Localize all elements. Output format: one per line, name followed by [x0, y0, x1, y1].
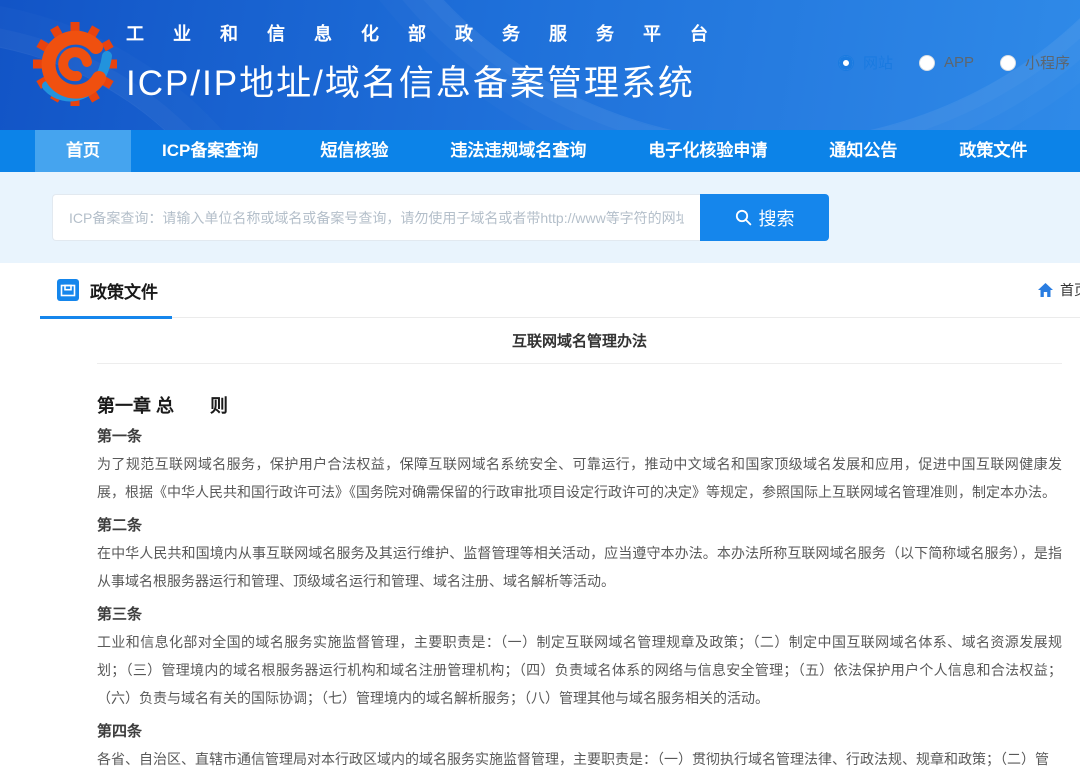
radio-unselected-icon — [919, 55, 935, 71]
section-header: 政策文件 首页 > 政策文件 — [40, 263, 1080, 318]
article-heading: 第一条 — [97, 429, 1062, 445]
breadcrumb: 首页 > 政策文件 — [1038, 280, 1080, 300]
article-body: 各省、自治区、直辖市通信管理局对本行政区域内的域名服务实施监督管理，主要职责是：… — [97, 745, 1062, 773]
article-3: 第三条 工业和信息化部对全国的域名服务实施监督管理，主要职责是：（一）制定互联网… — [97, 607, 1062, 712]
radio-website[interactable]: 网站 — [838, 52, 893, 73]
radio-mini-program[interactable]: 小程序 — [1000, 52, 1070, 73]
miit-logo-icon — [33, 11, 117, 117]
home-icon — [1038, 283, 1053, 297]
article-body: 为了规范互联网域名服务，保护用户合法权益，保障互联网域名系统安全、可靠运行，推动… — [97, 450, 1062, 506]
article-heading: 第二条 — [97, 518, 1062, 534]
main-nav: 首页 ICP备案查询 短信核验 违法违规域名查询 电子化核验申请 通知公告 政策… — [0, 130, 1080, 172]
document-title: 互联网域名管理办法 — [97, 318, 1062, 364]
nav-item-policy-docs[interactable]: 政策文件 — [928, 130, 1058, 172]
radio-selected-icon — [838, 55, 854, 71]
radio-app[interactable]: APP — [919, 54, 974, 71]
chapter-heading: 第一章 总 则 — [97, 396, 1062, 417]
icp-search-input[interactable] — [52, 194, 700, 241]
nav-item-illegal-domain-query[interactable]: 违法违规域名查询 — [419, 130, 617, 172]
search-bar: 搜索 — [52, 194, 829, 241]
article-heading: 第三条 — [97, 607, 1062, 623]
search-strip: 搜索 网站 APP 小程序 快应用 — [0, 172, 1080, 263]
nav-item-notices[interactable]: 通知公告 — [798, 130, 928, 172]
search-button-label: 搜索 — [759, 205, 795, 231]
breadcrumb-home[interactable]: 首页 — [1060, 280, 1080, 300]
article-body: 工业和信息化部对全国的域名服务实施监督管理，主要职责是：（一）制定互联网域名管理… — [97, 628, 1062, 712]
nav-item-e-verification[interactable]: 电子化核验申请 — [617, 130, 798, 172]
search-button[interactable]: 搜索 — [700, 194, 829, 241]
radio-unselected-icon — [1000, 55, 1016, 71]
nav-item-home[interactable]: 首页 — [35, 130, 131, 172]
article-2: 第二条 在中华人民共和国境内从事互联网域名服务及其运行维护、监督管理等相关活动，… — [97, 518, 1062, 595]
article-1: 第一条 为了规范互联网域名服务，保护用户合法权益，保障互联网域名系统安全、可靠运… — [97, 429, 1062, 506]
archive-box-icon — [57, 279, 79, 301]
nav-item-sms-verify[interactable]: 短信核验 — [289, 130, 419, 172]
platform-title: 工业和信息化部政务服务平台 — [126, 20, 737, 46]
search-type-group: 网站 APP 小程序 快应用 — [838, 52, 1080, 73]
article-4: 第四条 各省、自治区、直辖市通信管理局对本行政区域内的域名服务实施监督管理，主要… — [97, 724, 1062, 773]
nav-item-icp-query[interactable]: ICP备案查询 — [131, 130, 289, 172]
tab-policy-docs: 政策文件 — [40, 263, 158, 317]
article-body: 在中华人民共和国境内从事互联网域名服务及其运行维护、监督管理等相关活动，应当遵守… — [97, 539, 1062, 595]
section-title: 政策文件 — [90, 278, 158, 303]
policy-document: 互联网域名管理办法 第一章 总 则 第一条 为了规范互联网域名服务，保护用户合法… — [97, 318, 1062, 773]
article-heading: 第四条 — [97, 724, 1062, 740]
system-title: ICP/IP地址/域名信息备案管理系统 — [126, 55, 737, 106]
search-icon — [735, 209, 752, 226]
